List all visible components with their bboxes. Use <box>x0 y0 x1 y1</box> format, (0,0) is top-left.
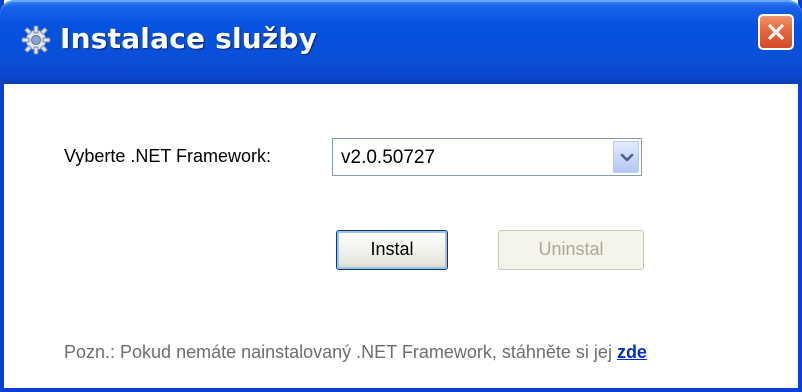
dropdown-button[interactable] <box>613 141 639 173</box>
install-button[interactable]: Instal <box>336 230 448 270</box>
title-bar[interactable]: Instalace služby <box>0 0 802 84</box>
close-button[interactable] <box>758 14 794 50</box>
framework-selected-value: v2.0.50727 <box>341 147 436 168</box>
gear-icon <box>20 24 52 56</box>
uninstall-button: Uninstal <box>498 230 644 270</box>
framework-select[interactable]: v2.0.50727 <box>332 138 642 176</box>
download-link[interactable]: zde <box>617 342 647 362</box>
note-text: Pozn.: Pokud nemáte nainstalovaný .NET F… <box>64 342 617 362</box>
installer-window: Instalace služby Vyberte .NET Framework:… <box>0 0 802 392</box>
framework-note: Pozn.: Pokud nemáte nainstalovaný .NET F… <box>64 342 647 363</box>
framework-label: Vyberte .NET Framework: <box>64 146 272 166</box>
window-title: Instalace služby <box>60 22 318 55</box>
